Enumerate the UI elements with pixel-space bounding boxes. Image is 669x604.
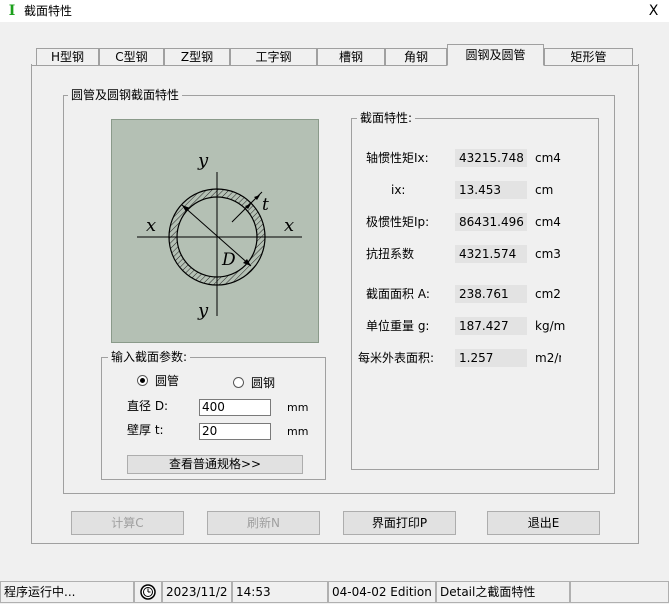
t-label: t: [262, 195, 269, 215]
diameter-input[interactable]: 400: [199, 399, 271, 416]
exit-button[interactable]: 退出E: [487, 511, 600, 535]
status-empty: [570, 581, 669, 603]
prop-unit-ip: cm4: [535, 215, 561, 229]
prop-unit-area: cm2: [535, 287, 561, 301]
y-bottom-label: y: [197, 300, 209, 321]
props-groupbox-title: 截面特性:: [357, 111, 416, 125]
prop-unit-torsion: cm3: [535, 247, 561, 261]
thickness-input[interactable]: 20: [199, 423, 271, 440]
prop-label-radius: ix:: [391, 183, 406, 197]
prop-value-area: 238.761: [455, 285, 527, 303]
radio-bar[interactable]: [233, 377, 244, 388]
prop-value-torsion: 4321.574: [455, 245, 527, 263]
view-spec-button[interactable]: 查看普通规格>>: [127, 455, 303, 474]
prop-label-ix: 轴惯性矩Ix:: [366, 151, 429, 165]
clock-icon-svg: [140, 584, 156, 600]
diameter-label: 直径 D:: [127, 399, 169, 413]
window-title: 截面特性: [24, 4, 73, 18]
radio-bar-label[interactable]: 圆钢: [251, 375, 275, 391]
prop-value-weight: 187.427: [455, 317, 527, 335]
status-detail: Detail之截面特性: [436, 581, 570, 603]
status-date: 2023/11/2: [162, 581, 232, 603]
radio-tube[interactable]: [137, 375, 148, 386]
tab-round-tube[interactable]: 圆钢及圆管: [447, 44, 544, 66]
clock-icon: [134, 581, 162, 603]
prop-value-ix: 43215.748: [455, 149, 527, 167]
prop-unit-radius: cm: [535, 183, 554, 197]
title-bar: I 截面特性 X: [0, 0, 669, 22]
prop-value-ip: 86431.496: [455, 213, 527, 231]
prop-unit-weight: kg/m: [535, 319, 566, 333]
calc-button[interactable]: 计算C: [71, 511, 184, 535]
diameter-unit: mm: [287, 401, 309, 414]
thickness-label: 壁厚 t:: [127, 423, 164, 437]
prop-label-ip: 极惯性矩Ip:: [366, 215, 430, 229]
prop-value-radius: 13.453: [455, 181, 527, 199]
input-groupbox-title: 输入截面参数:: [108, 350, 191, 364]
x-right-label: x: [284, 215, 294, 236]
d-label: D: [221, 250, 236, 270]
radio-tube-label[interactable]: 圆管: [155, 373, 179, 389]
app-icon: I: [8, 3, 16, 19]
prop-label-torsion: 抗扭系数: [366, 247, 415, 261]
prop-label-area: 截面面积 A:: [366, 287, 430, 301]
main-groupbox-title: 圆管及圆钢截面特性: [68, 88, 183, 102]
section-diagram: y y x x t D: [137, 150, 302, 321]
status-edition: 04-04-02 Edition: [328, 581, 436, 603]
print-button[interactable]: 界面打印P: [343, 511, 456, 535]
thickness-unit: mm: [287, 425, 309, 438]
prop-label-surface: 每米外表面积:: [358, 351, 435, 365]
section-figure: y y x x t D: [111, 119, 319, 343]
status-time: 14:53: [232, 581, 328, 603]
prop-value-surface: 1.257: [455, 349, 527, 367]
prop-unit-surface: m2/m: [535, 351, 561, 365]
x-left-label: x: [146, 215, 156, 236]
refresh-button[interactable]: 刷新N: [207, 511, 320, 535]
y-top-label: y: [197, 150, 209, 171]
prop-unit-ix: cm4: [535, 151, 561, 165]
prop-label-weight: 单位重量 g:: [366, 319, 430, 333]
close-icon[interactable]: X: [638, 0, 669, 22]
status-text: 程序运行中...: [0, 581, 134, 603]
